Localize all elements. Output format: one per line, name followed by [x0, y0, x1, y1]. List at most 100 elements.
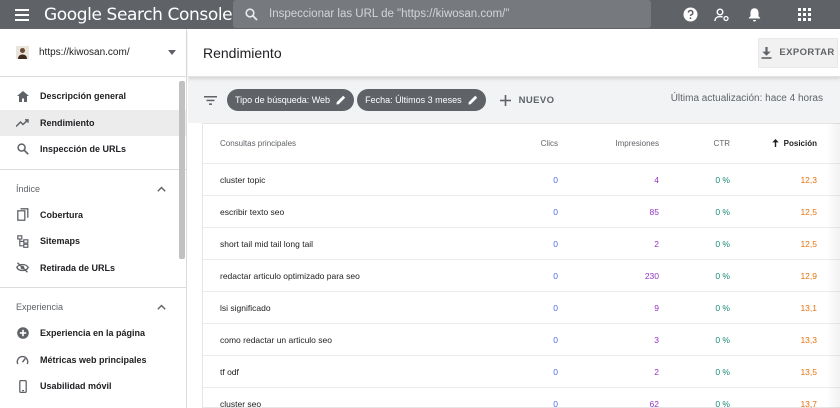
table-row[interactable]: lsi significado 0 9 0 % 13,1 [203, 292, 840, 324]
table-row[interactable]: cluster seo 0 62 0 % 13,7 [203, 388, 840, 408]
export-button[interactable]: EXPORTAR [758, 37, 838, 68]
main-menu-button[interactable] [0, 0, 44, 29]
page-title: Rendimiento [203, 44, 282, 61]
sidebar-scrollbar[interactable] [179, 81, 185, 259]
impressions-cell: 85 [649, 206, 659, 217]
position-cell: 13,5 [800, 366, 817, 377]
chevron-up-icon [157, 304, 166, 310]
arrow-up-icon [771, 139, 779, 147]
url-inspection-input[interactable] [269, 8, 639, 20]
clicks-cell: 0 [553, 398, 558, 408]
sidebar-item-core-web-vitals[interactable]: Métricas web principales [0, 347, 186, 374]
position-cell: 13,7 [800, 398, 817, 408]
position-cell: 12,3 [800, 174, 817, 185]
main-content: Rendimiento EXPORTAR Tipo de búsqueda: W… [188, 29, 840, 408]
app-logo[interactable]: Google Search Console [44, 5, 233, 25]
sidebar-item-page-experience[interactable]: Experiencia en la página [0, 320, 186, 347]
sidebar-item-mobile-usability[interactable]: Usabilidad móvil [0, 373, 186, 400]
edit-icon [468, 95, 478, 105]
section-header-experience[interactable]: Experiencia [0, 294, 186, 320]
column-header-ctr[interactable]: CTR [659, 139, 730, 148]
search-type-filter-chip[interactable]: Tipo de búsqueda: Web [227, 89, 355, 111]
sidebar: https://kiwosan.com/ Descripción general… [0, 29, 187, 408]
clicks-cell: 0 [553, 334, 558, 345]
sidebar-item-label: Sitemaps [40, 236, 81, 247]
new-filter-label: NUEVO [518, 94, 555, 106]
sidebar-item-label: Métricas web principales [40, 354, 147, 365]
impressions-cell: 3 [654, 334, 659, 345]
sidebar-item-performance[interactable]: Rendimiento [0, 109, 186, 136]
table-row[interactable]: short tail mid tail long tail 0 2 0 % 12,5 [203, 228, 840, 260]
help-button[interactable] [674, 0, 706, 29]
sidebar-item-label: Experiencia en la página [40, 328, 146, 339]
speed-icon [16, 353, 29, 366]
table-row[interactable]: cluster topic 0 4 0 % 12,3 [203, 164, 840, 196]
ctr-cell: 0 % [715, 366, 730, 377]
sidebar-item-overview[interactable]: Descripción general [0, 83, 186, 110]
position-cell: 12,9 [800, 270, 817, 281]
new-filter-button[interactable]: NUEVO [499, 94, 555, 106]
sidebar-item-label: Inspección de URLs [40, 144, 127, 155]
column-header-queries[interactable]: Consultas principales [203, 139, 503, 148]
manage-accounts-button[interactable] [706, 0, 738, 29]
chevron-up-icon [157, 186, 166, 192]
table-row[interactable]: tf odf 0 2 0 % 13,5 [203, 356, 840, 388]
table-row[interactable]: redactar articulo optimizado para seo 0 23… [203, 260, 840, 292]
apps-icon [797, 8, 811, 21]
column-header-position[interactable]: Posición [730, 139, 817, 148]
sitemap-icon [16, 234, 29, 248]
page-header: Rendimiento EXPORTAR [188, 29, 840, 77]
query-cell: cluster topic [220, 174, 266, 185]
property-selector[interactable]: https://kiwosan.com/ [0, 29, 186, 77]
sidebar-item-label: Usabilidad móvil [40, 381, 112, 392]
table-row[interactable]: como redactar un articulo seo 0 3 0 % 13,3 [203, 324, 840, 356]
impressions-cell: 2 [654, 238, 659, 249]
ctr-cell: 0 % [715, 302, 730, 313]
chevron-down-icon [168, 50, 176, 55]
edit-icon [336, 95, 346, 105]
impressions-cell: 4 [654, 174, 659, 185]
url-inspection-search[interactable] [233, 0, 651, 28]
search-icon [16, 143, 29, 156]
impressions-cell: 230 [644, 270, 659, 281]
sidebar-item-label: Descripción general [40, 91, 127, 102]
add-circle-icon [16, 327, 29, 340]
sidebar-item-url-inspection[interactable]: Inspección de URLs [0, 136, 186, 163]
ctr-cell: 0 % [715, 398, 730, 408]
section-header-index[interactable]: Índice [0, 176, 186, 202]
ctr-cell: 0 % [715, 238, 730, 249]
sidebar-item-sitemaps[interactable]: Sitemaps [0, 228, 186, 255]
position-cell: 12,5 [800, 206, 817, 217]
filter-bar: Tipo de búsqueda: Web Fecha: Últimos 3 m… [188, 77, 840, 123]
query-cell: redactar articulo optimizado para seo [220, 270, 360, 281]
notifications-icon [748, 8, 760, 22]
sidebar-item-coverage[interactable]: Cobertura [0, 202, 186, 229]
filter-list-icon[interactable] [204, 93, 218, 107]
export-label: EXPORTAR [779, 47, 835, 58]
apps-button[interactable] [788, 0, 820, 29]
queries-table: Consultas principales Clics Impresiones … [202, 123, 840, 408]
smartphone-icon [16, 379, 29, 393]
date-filter-chip[interactable]: Fecha: Últimos 3 meses [357, 89, 486, 111]
sidebar-item-label: Retirada de URLs [40, 262, 116, 273]
last-update-text: Última actualización: hace 4 horas [670, 93, 823, 104]
notifications-button[interactable] [738, 0, 770, 29]
sidebar-item-removals[interactable]: Retirada de URLs [0, 255, 186, 282]
column-header-impressions[interactable]: Impresiones [558, 139, 659, 148]
sidebar-item-label: Cobertura [40, 209, 84, 220]
table-row[interactable]: escribir texto seo 0 85 0 % 12,5 [203, 196, 840, 228]
trending-up-icon [16, 116, 29, 129]
clicks-cell: 0 [553, 238, 558, 249]
chip-label: Fecha: Últimos 3 meses [365, 95, 462, 105]
position-cell: 13,1 [800, 302, 817, 313]
query-cell: lsi significado [220, 302, 271, 313]
clicks-cell: 0 [553, 270, 558, 281]
section-title: Experiencia [16, 302, 64, 312]
chip-label: Tipo de búsqueda: Web [235, 95, 331, 105]
top-actions [674, 0, 820, 29]
impressions-cell: 9 [654, 302, 659, 313]
query-cell: cluster seo [220, 398, 262, 408]
visibility-off-icon [16, 261, 29, 274]
column-header-clicks[interactable]: Clics [503, 139, 558, 148]
impressions-cell: 2 [654, 366, 659, 377]
